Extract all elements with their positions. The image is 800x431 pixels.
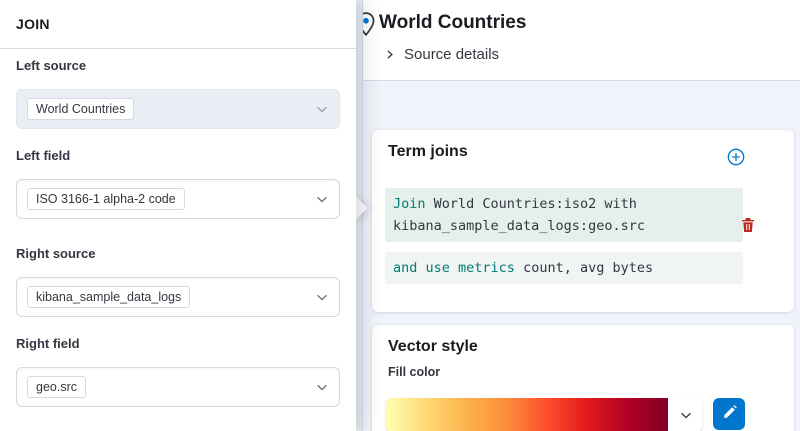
right-field-row: Right field geo.src xyxy=(16,336,340,407)
page-title: World Countries xyxy=(379,12,526,34)
selected-value-badge: World Countries xyxy=(27,98,134,120)
join-popover-title: JOIN xyxy=(16,16,50,32)
pencil-icon xyxy=(722,405,737,423)
join-expression-line: Join World Countries:iso2 with kibana_sa… xyxy=(385,188,743,242)
source-details-label: Source details xyxy=(404,46,499,63)
color-ramp-gradient xyxy=(386,398,668,431)
plus-in-circle-icon xyxy=(727,148,745,169)
chevron-down-icon xyxy=(315,290,329,304)
layer-icon xyxy=(363,10,379,38)
right-field-label: Right field xyxy=(16,336,340,351)
fill-color-label: Fill color xyxy=(388,365,440,379)
right-source-label: Right source xyxy=(16,246,340,261)
vector-style-card: Vector style Fill color xyxy=(372,325,794,431)
layer-panel-body: Term joins Join World Countries:iso2 wit… xyxy=(363,81,800,431)
term-joins-card: Term joins Join World Countries:iso2 wit… xyxy=(372,130,794,312)
chevron-down-icon xyxy=(679,408,693,422)
join-popover: JOIN Left source World Countries Left fi… xyxy=(0,0,356,431)
chevron-down-icon xyxy=(315,102,329,116)
left-source-row: Left source World Countries xyxy=(16,58,340,129)
left-field-select[interactable]: ISO 3166-1 alpha-2 code xyxy=(16,179,340,219)
color-ramp-select[interactable] xyxy=(386,398,702,431)
join-keyword: Join xyxy=(393,196,426,212)
left-field-label: Left field xyxy=(16,148,340,163)
selected-value-badge: ISO 3166-1 alpha-2 code xyxy=(27,188,185,210)
right-source-row: Right source kibana_sample_data_logs xyxy=(16,246,340,317)
edit-fill-color-button[interactable] xyxy=(713,398,745,430)
metrics-keyword: and use metrics xyxy=(393,260,515,276)
selected-value-badge: kibana_sample_data_logs xyxy=(27,286,190,308)
selected-value-badge: geo.src xyxy=(27,376,86,398)
left-field-row: Left field ISO 3166-1 alpha-2 code xyxy=(16,148,340,219)
left-source-label: Left source xyxy=(16,58,340,73)
layer-settings-panel: World Countries Source details Term join… xyxy=(362,0,800,431)
chevron-down-icon xyxy=(315,380,329,394)
layer-panel-header: World Countries Source details xyxy=(363,0,800,81)
join-expression: Join World Countries:iso2 with kibana_sa… xyxy=(385,188,743,284)
join-body-text: World Countries:iso2 with kibana_sample_… xyxy=(393,196,645,234)
divider xyxy=(0,48,356,49)
left-source-select[interactable]: World Countries xyxy=(16,89,340,129)
right-field-select[interactable]: geo.src xyxy=(16,367,340,407)
vector-style-title: Vector style xyxy=(388,338,478,356)
delete-join-button[interactable] xyxy=(738,216,758,236)
add-join-button[interactable] xyxy=(726,148,746,168)
metrics-body-text: count, avg bytes xyxy=(523,260,653,276)
chevron-right-icon xyxy=(383,48,396,61)
metrics-expression-line: and use metrics count, avg bytes xyxy=(385,252,743,284)
source-details-accordion[interactable]: Source details xyxy=(383,46,499,63)
right-source-select[interactable]: kibana_sample_data_logs xyxy=(16,277,340,317)
term-joins-title: Term joins xyxy=(388,143,468,161)
chevron-down-icon xyxy=(315,192,329,206)
trash-icon xyxy=(740,217,756,236)
